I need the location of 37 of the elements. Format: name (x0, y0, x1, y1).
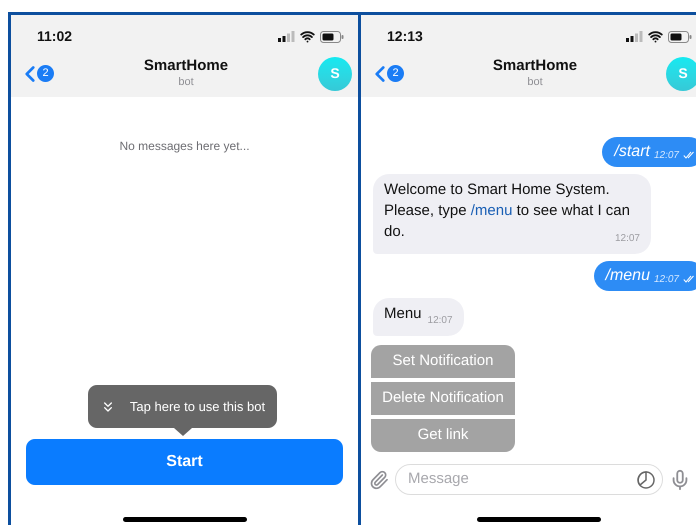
incoming-message: Welcome to Smart Home System. Please, type /menu to see what I can do. 12:07 (373, 174, 651, 254)
start-button[interactable]: Start (26, 439, 343, 485)
status-time: 12:13 (387, 27, 423, 46)
wifi-icon (300, 29, 315, 44)
keyboard-button[interactable]: Get link (371, 419, 515, 452)
incoming-message: Menu 12:07 (373, 298, 464, 336)
chat-title: SmartHome (144, 57, 228, 76)
avatar[interactable]: S (666, 56, 696, 90)
tooltip-pointer-icon (174, 428, 192, 436)
keyboard-button[interactable]: Set Notification (371, 345, 515, 378)
keyboard-button[interactable]: Delete Notification (371, 382, 515, 415)
outgoing-message: /start 12:07 (602, 137, 696, 167)
empty-chat-text: No messages here yet... (119, 138, 250, 155)
message-time: 12:07 (654, 148, 679, 162)
attach-icon[interactable] (369, 470, 389, 490)
sticker-icon[interactable] (636, 470, 656, 490)
battery-icon (668, 30, 692, 42)
message-time: 12:07 (614, 232, 640, 246)
chat-subtitle: bot (527, 76, 543, 90)
tooltip: Tap here to use this bot (88, 385, 278, 428)
signal-icon (278, 31, 295, 42)
unread-badge: 2 (387, 65, 404, 82)
avatar[interactable]: S (318, 56, 352, 90)
wifi-icon (648, 29, 663, 44)
message-time: 12:07 (654, 272, 679, 286)
status-time: 11:02 (37, 27, 72, 46)
battery-icon (320, 30, 344, 42)
back-button[interactable]: 2 (17, 60, 54, 86)
chat-title: SmartHome (492, 57, 578, 76)
message-time: 12:07 (428, 314, 453, 328)
message-field[interactable]: Message (395, 464, 663, 495)
unread-badge: 2 (37, 65, 54, 82)
back-button[interactable]: 2 (367, 60, 404, 86)
chat-subtitle: bot (178, 76, 194, 90)
signal-icon (626, 31, 643, 42)
outgoing-message: /menu 12:07 (594, 261, 696, 291)
command-link[interactable]: /menu (470, 202, 512, 219)
